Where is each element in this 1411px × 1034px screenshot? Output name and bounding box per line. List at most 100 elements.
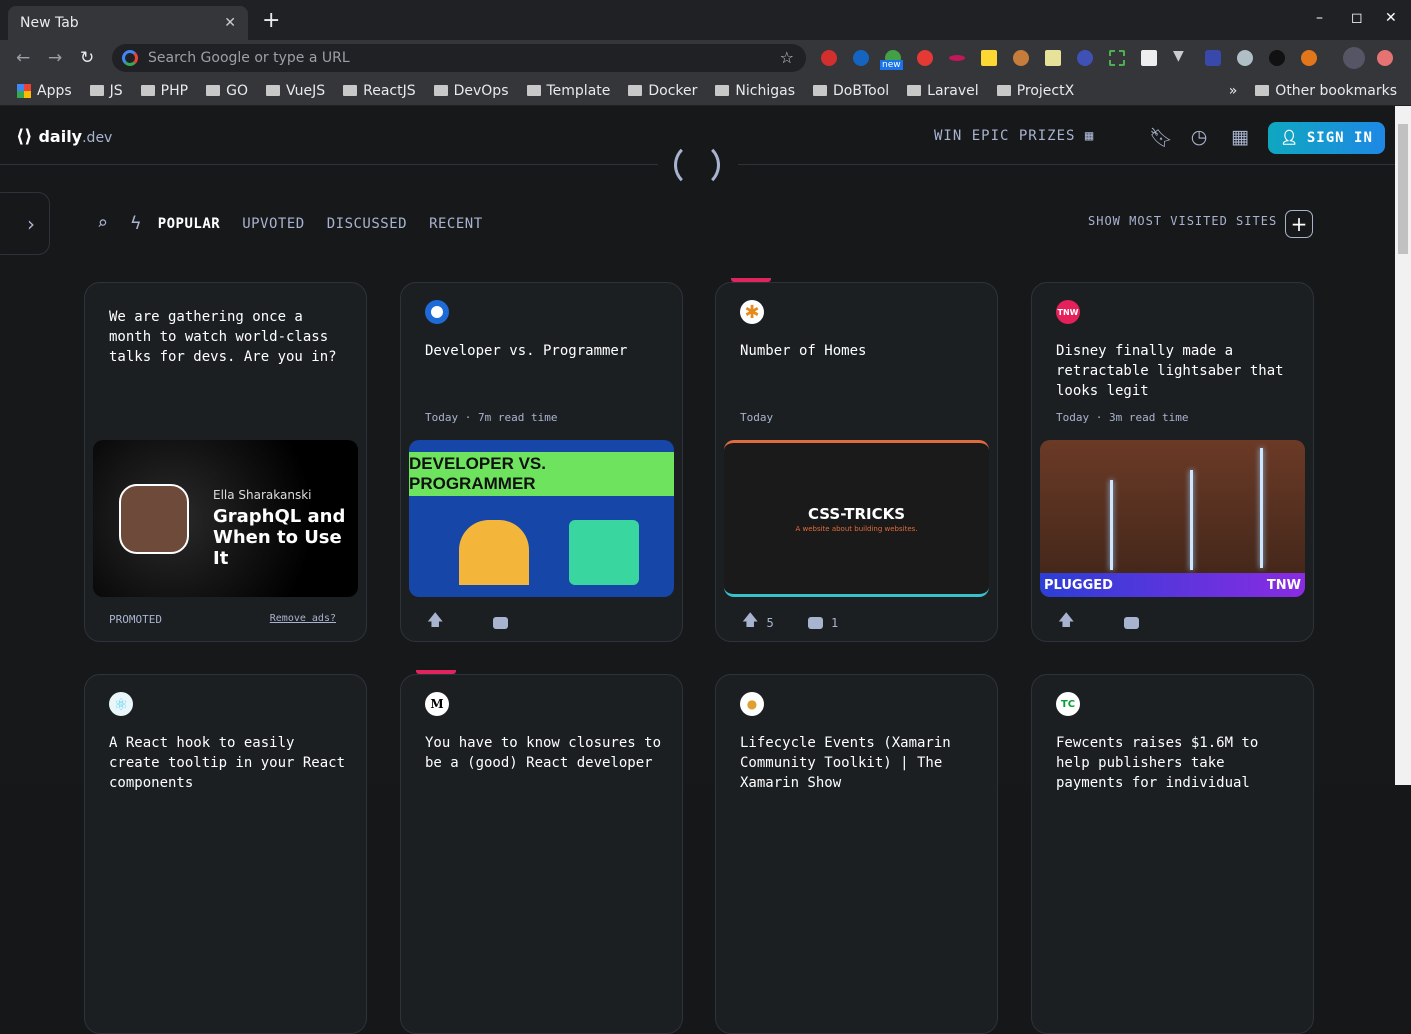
image-banner: PLUGGED TNW	[1040, 573, 1305, 597]
card-title: A React hook to easily create tooltip in…	[109, 735, 346, 791]
folder-icon	[996, 85, 1011, 96]
search-icon[interactable]: ⌕	[97, 213, 108, 234]
cookie-extension-icon[interactable]	[1013, 50, 1029, 66]
extension-icon[interactable]	[1109, 50, 1125, 66]
bookmark-folder[interactable]: Laravel	[907, 83, 979, 99]
tab-new-tab[interactable]: New Tab ✕	[8, 6, 248, 40]
win-prizes-button[interactable]: WIN EPIC PRIZES ▦	[934, 128, 1094, 144]
close-tab-icon[interactable]: ✕	[224, 15, 236, 31]
comment-button[interactable]	[1124, 616, 1190, 629]
bookmark-folder[interactable]: PHP	[140, 82, 189, 99]
scrollbar-thumb[interactable]	[1398, 124, 1408, 254]
bookmark-folder[interactable]: JS	[89, 83, 123, 99]
bookmark-folder[interactable]: DevOps	[433, 82, 509, 99]
folder-icon	[813, 85, 828, 96]
bookmark-apps[interactable]: Apps	[17, 83, 72, 99]
article-card[interactable]: Developer vs. Programmer Today · 7m read…	[400, 282, 683, 642]
omnibox-placeholder: Search Google or type a URL	[148, 50, 350, 66]
bookmark-folder[interactable]: DoBTool	[813, 83, 889, 99]
card-title: Disney finally made a retractable lights…	[1056, 343, 1284, 399]
source-icon: TNW	[1056, 300, 1080, 324]
extension-icon[interactable]	[949, 55, 965, 61]
bookmark-folder[interactable]: Docker	[628, 83, 697, 99]
tab-popular[interactable]: POPULAR	[158, 216, 221, 232]
bookmark-label: PHP	[160, 82, 189, 99]
update-icon[interactable]	[1377, 50, 1393, 66]
lightning-icon[interactable]: ϟ	[130, 213, 141, 234]
card-image: DEVELOPER VS. PROGRAMMER	[409, 440, 674, 597]
folder-icon	[265, 85, 280, 96]
vue-devtools-icon[interactable]: ▼	[1173, 48, 1189, 64]
extension-icon[interactable]	[917, 50, 933, 66]
omnibox[interactable]: Search Google or type a URL ☆	[112, 44, 806, 72]
bookmark-folder[interactable]: ReactJS	[343, 83, 416, 99]
bookmark-folder[interactable]: VueJS	[265, 83, 325, 99]
chevron-more-icon: »	[1228, 82, 1238, 99]
history-icon[interactable]: ◷	[1188, 126, 1210, 148]
more-bookmarks-button[interactable]: »	[1229, 83, 1238, 99]
article-card[interactable]: ⚛ A React hook to easily create tooltip …	[84, 674, 367, 1034]
extension-icon[interactable]	[1077, 50, 1093, 66]
extension-icon[interactable]	[981, 50, 997, 66]
folder-icon	[1255, 85, 1270, 96]
promoted-card[interactable]: We are gathering once a month to watch w…	[84, 282, 367, 642]
extension-icon[interactable]	[1205, 50, 1221, 66]
sign-in-label: SIGN IN	[1306, 130, 1373, 146]
extension-icon[interactable]	[1237, 50, 1253, 66]
upvote-button[interactable]: 🡅	[427, 609, 493, 636]
comment-button[interactable]: 1	[808, 616, 874, 630]
tab-upvoted[interactable]: UPVOTED	[242, 216, 305, 232]
sidebar-toggle-button[interactable]: ›	[0, 192, 50, 255]
layout-icon[interactable]: ▦	[1229, 126, 1251, 148]
tab-discussed[interactable]: DISCUSSED	[327, 216, 407, 232]
comment-icon	[1124, 616, 1139, 629]
bookmark-icon[interactable]: 🔖︎	[1149, 126, 1173, 149]
gift-icon: ▦	[1084, 128, 1095, 144]
add-shortcut-button[interactable]: +	[1285, 210, 1313, 238]
remove-ads-link[interactable]: Remove ads?	[270, 613, 336, 624]
sign-in-button[interactable]: 👤︎ SIGN IN	[1268, 122, 1385, 154]
image-title: CSS-TRICKS	[807, 505, 906, 523]
back-button[interactable]: ←	[16, 48, 30, 68]
maximize-button[interactable]: ◻	[1351, 10, 1363, 26]
reload-button[interactable]: ↻	[80, 48, 94, 68]
illustration	[569, 520, 639, 585]
other-bookmarks[interactable]: Other bookmarks	[1255, 83, 1397, 99]
extension-icon[interactable]	[1141, 50, 1157, 66]
extension-icon[interactable]	[1269, 50, 1285, 66]
bookmark-label: DevOps	[453, 82, 509, 99]
close-window-button[interactable]: ✕	[1385, 10, 1397, 26]
tab-recent[interactable]: RECENT	[429, 216, 483, 232]
bookmark-folder[interactable]: Nichigas	[715, 83, 795, 99]
article-card[interactable]: TC Fewcents raises $1.6M to help publish…	[1031, 674, 1314, 1034]
extension-icon[interactable]	[821, 50, 837, 66]
logo-text: daily	[38, 127, 83, 146]
image-title: DEVELOPER VS. PROGRAMMER	[409, 452, 674, 496]
bookmark-folder[interactable]: Template	[526, 83, 610, 99]
article-card[interactable]: ● Lifecycle Events (Xamarin Community To…	[715, 674, 998, 1034]
metamask-icon[interactable]	[1301, 50, 1317, 66]
forward-button[interactable]: →	[48, 48, 62, 68]
upvote-button[interactable]: 🡅 5	[742, 609, 808, 636]
comment-button[interactable]	[493, 616, 559, 629]
card-image: Ella Sharakanski GraphQL and When to Use…	[93, 440, 358, 597]
bookmark-folder[interactable]: GO	[206, 83, 248, 99]
bookmark-star-icon[interactable]: ☆	[780, 48, 794, 67]
show-most-visited-sites[interactable]: SHOW MOST VISITED SITES	[1088, 214, 1277, 228]
apps-icon	[17, 83, 31, 98]
bookmark-folder[interactable]: ProjectX	[996, 83, 1074, 99]
article-card[interactable]: TNW Disney finally made a retractable li…	[1031, 282, 1314, 642]
upvote-button[interactable]: 🡅	[1058, 609, 1124, 636]
scrollbar[interactable]	[1395, 106, 1411, 785]
extension-icon[interactable]	[853, 50, 869, 66]
minimize-button[interactable]: –	[1316, 10, 1323, 26]
article-card[interactable]: ✱ Number of Homes Today CSS-TRICKS A web…	[715, 282, 998, 642]
folder-icon	[140, 85, 155, 96]
folder-icon	[628, 85, 643, 96]
article-card[interactable]: M You have to know closures to be a (goo…	[400, 674, 683, 1034]
new-tab-button[interactable]: +	[262, 8, 280, 33]
profile-avatar[interactable]	[1343, 47, 1365, 69]
daily-dev-logo[interactable]: ⟨⟩ daily.dev	[16, 126, 112, 147]
card-title: Developer vs. Programmer	[425, 343, 628, 359]
extension-icon[interactable]	[1045, 50, 1061, 66]
